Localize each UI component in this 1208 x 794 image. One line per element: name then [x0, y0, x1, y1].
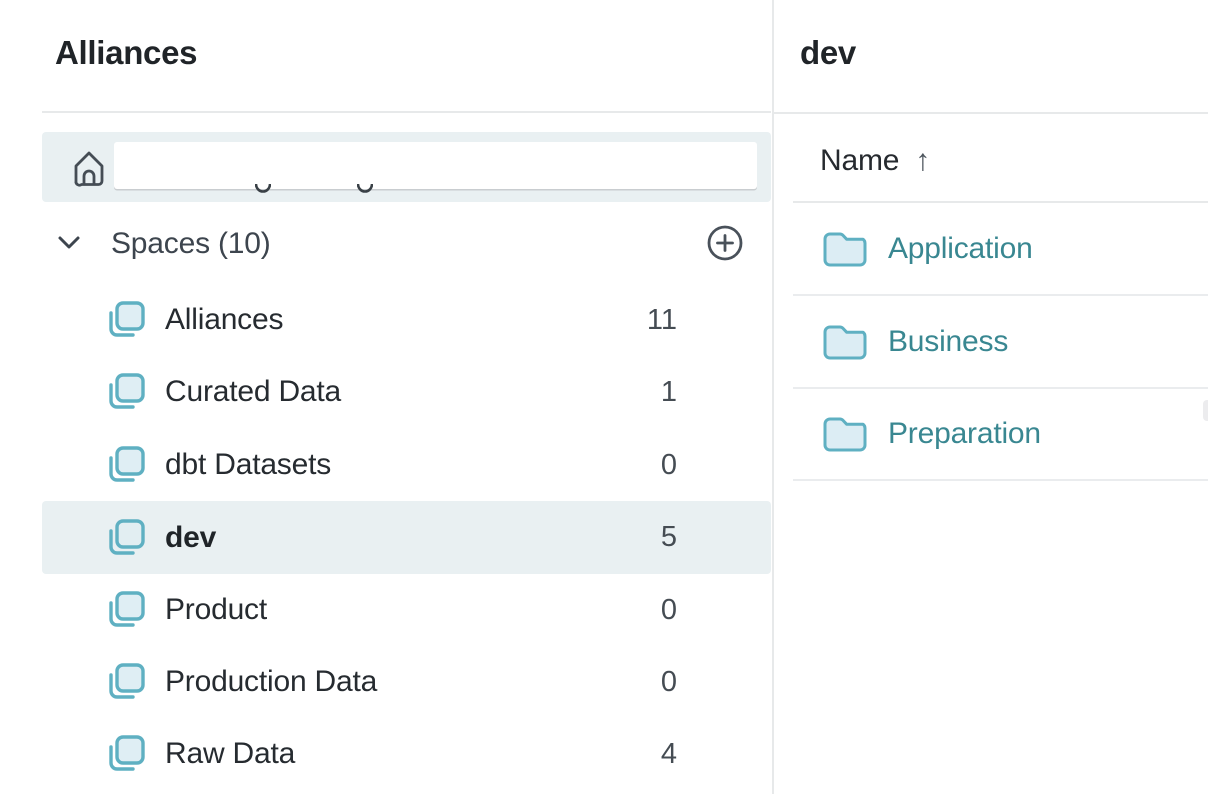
sort-ascending-icon: ↑: [915, 144, 930, 178]
spaces-list: Alliances 11 Curated Data 1 dbt Datasets…: [0, 0, 772, 794]
space-label: Raw Data: [165, 737, 295, 771]
app-root: Alliances Spaces (10): [0, 0, 1208, 794]
space-icon: [101, 659, 147, 705]
space-label: Alliances: [165, 303, 283, 337]
folder-link[interactable]: Application: [888, 232, 1033, 266]
sidebar-item-alliances[interactable]: Alliances 11: [42, 284, 771, 356]
spaces-section-header: Spaces (10): [42, 222, 771, 264]
space-count: 0: [661, 594, 677, 627]
space-icon: [101, 587, 147, 633]
column-header-name[interactable]: Name ↑: [820, 143, 930, 179]
home-row[interactable]: [42, 132, 771, 202]
space-label: Curated Data: [165, 375, 341, 409]
obscured-text-descender: [357, 181, 373, 192]
space-icon: [101, 515, 147, 561]
folder-row-preparation[interactable]: Preparation: [793, 388, 1208, 481]
cut-off-element: [1203, 400, 1208, 421]
space-label: Product: [165, 593, 267, 627]
space-count: 0: [661, 449, 677, 482]
sidebar-item-curated-data[interactable]: Curated Data 1: [42, 356, 771, 428]
chevron-down-icon[interactable]: [57, 235, 81, 251]
sidebar-item-dev[interactable]: dev 5: [42, 501, 771, 574]
home-icon: [70, 148, 108, 190]
space-label: Production Data: [165, 665, 377, 699]
folder-link[interactable]: Business: [888, 325, 1008, 359]
sidebar-item-raw-data[interactable]: Raw Data 4: [42, 718, 771, 790]
space-count: 0: [661, 666, 677, 699]
main-panel: dev Name ↑ Application Business Preparat…: [774, 0, 1208, 794]
space-label: dbt Datasets: [165, 448, 331, 482]
folder-row-business[interactable]: Business: [793, 296, 1208, 389]
page-title: dev: [800, 33, 856, 73]
space-count: 5: [661, 521, 677, 554]
space-label: dev: [165, 521, 216, 555]
divider: [42, 111, 771, 113]
sidebar-item-dbt-datasets[interactable]: dbt Datasets 0: [42, 429, 771, 501]
folder-link[interactable]: Preparation: [888, 417, 1041, 451]
sidebar-title: Alliances: [55, 33, 197, 73]
plus-circle-icon: [706, 224, 744, 262]
folder-icon: [822, 415, 868, 453]
space-icon: [101, 297, 147, 343]
folder-icon: [822, 323, 868, 361]
sidebar-item-production-data[interactable]: Production Data 0: [42, 646, 771, 718]
divider: [774, 112, 1208, 114]
sidebar-item-product[interactable]: Product 0: [42, 574, 771, 646]
space-icon: [101, 442, 147, 488]
folder-icon: [822, 230, 868, 268]
space-count: 4: [661, 738, 677, 771]
add-space-button[interactable]: [706, 224, 744, 262]
obscured-text-descender: [255, 181, 271, 192]
sidebar: Alliances Spaces (10): [0, 0, 772, 794]
redacted-label-overlay: [114, 142, 757, 189]
spaces-section-label[interactable]: Spaces (10): [111, 227, 271, 261]
space-icon: [101, 731, 147, 777]
space-icon: [101, 369, 147, 415]
folder-row-application[interactable]: Application: [793, 203, 1208, 296]
space-count: 1: [661, 376, 677, 409]
space-count: 11: [647, 304, 677, 337]
column-header-label: Name: [820, 144, 899, 178]
